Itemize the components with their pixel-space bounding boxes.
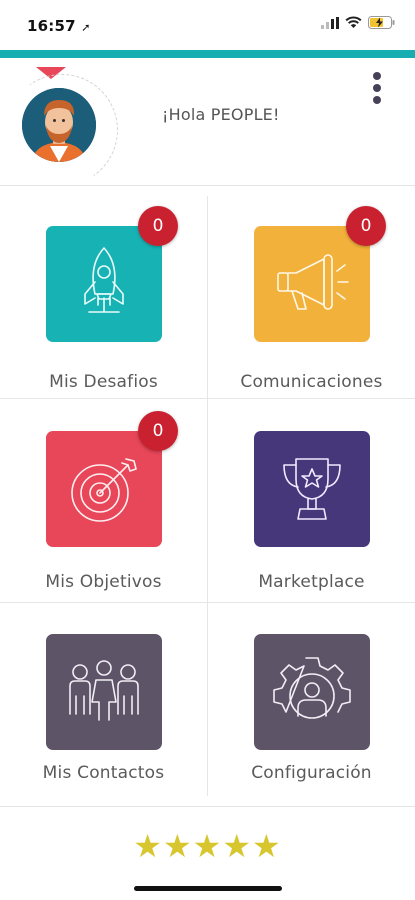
notification-badge: 0 [346, 206, 386, 246]
status-time: 16:57 ➚ [27, 17, 91, 35]
battery-charging-icon [368, 16, 395, 29]
accent-strip [0, 50, 415, 58]
status-icons [321, 16, 395, 29]
tile-icon-box [46, 634, 162, 750]
menu-grid: 0 Mis Desafios 0 Comunicaciones 0 Mis Ob… [0, 186, 415, 806]
tile-icon-box [254, 226, 370, 342]
rating-stars[interactable]: ★★★★★ [0, 827, 415, 865]
avatar-illustration [22, 88, 96, 162]
tile-label: Mis Contactos [42, 763, 165, 783]
tile-mis-desafios[interactable]: 0 Mis Desafios [0, 186, 207, 392]
megaphone-icon [277, 254, 349, 310]
tile-icon-box [46, 226, 162, 342]
tile-label: Comunicaciones [240, 372, 383, 392]
tile-label: Configuración [251, 763, 372, 783]
tile-marketplace[interactable]: Marketplace [208, 399, 415, 604]
tile-label: Mis Desafios [49, 372, 158, 392]
notification-badge: 0 [138, 206, 178, 246]
wifi-icon [345, 16, 362, 28]
trophy-icon [283, 458, 341, 520]
target-icon [71, 458, 137, 522]
tile-configuracion[interactable]: Configuración [208, 603, 415, 808]
profile-header: ¡Hola PEOPLE! [0, 58, 415, 195]
tile-icon-box [254, 634, 370, 750]
more-vert-icon[interactable] [369, 72, 385, 112]
tile-mis-contactos[interactable]: Mis Contactos [0, 603, 207, 808]
rocket-icon [84, 247, 124, 313]
cellular-signal-icon [321, 16, 339, 29]
greeting-text: ¡Hola PEOPLE! [162, 105, 280, 124]
tile-comunicaciones[interactable]: 0 Comunicaciones [208, 186, 415, 392]
notification-badge: 0 [138, 411, 178, 451]
tile-label: Marketplace [258, 572, 365, 592]
tile-mis-objetivos[interactable]: 0 Mis Objetivos [0, 399, 207, 604]
home-indicator[interactable] [134, 886, 282, 891]
gear-icon [273, 657, 351, 719]
footer-rating-bar: ★★★★★ [0, 806, 415, 900]
people-icon [69, 660, 139, 721]
status-time-text: 16:57 [27, 17, 76, 35]
avatar[interactable] [22, 88, 96, 162]
tile-label: Mis Objetivos [45, 572, 162, 592]
location-arrow-icon: ➚ [81, 21, 91, 34]
tile-icon-box [46, 431, 162, 547]
status-bar: 16:57 ➚ [0, 0, 415, 50]
tile-icon-box [254, 431, 370, 547]
